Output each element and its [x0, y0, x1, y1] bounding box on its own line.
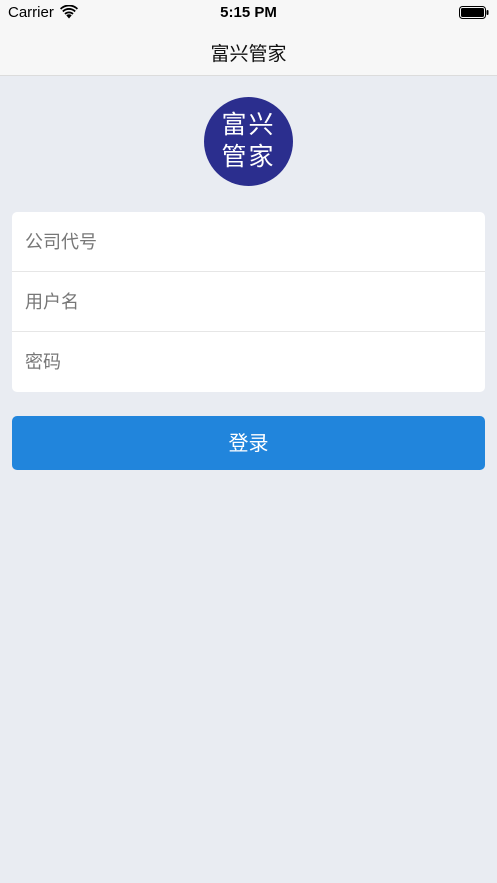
status-bar: Carrier 5:15 PM	[0, 0, 497, 27]
username-input[interactable]	[25, 272, 475, 332]
page-title: 富兴管家	[210, 43, 287, 65]
app-logo: 富兴 管家	[204, 97, 293, 186]
status-time: 5:15 PM	[220, 4, 277, 21]
login-button[interactable]: 登录	[12, 416, 485, 470]
login-form	[12, 212, 485, 392]
password-row	[12, 332, 485, 392]
username-row	[12, 272, 485, 332]
company-code-input[interactable]	[25, 212, 475, 272]
password-input[interactable]	[25, 332, 475, 392]
logo-text-line-1: 富兴	[221, 110, 276, 139]
navigation-bar: 富兴管家	[0, 27, 497, 76]
logo-text-line-2: 管家	[221, 142, 276, 171]
battery-full-icon	[459, 6, 489, 19]
company-code-row	[12, 212, 485, 272]
